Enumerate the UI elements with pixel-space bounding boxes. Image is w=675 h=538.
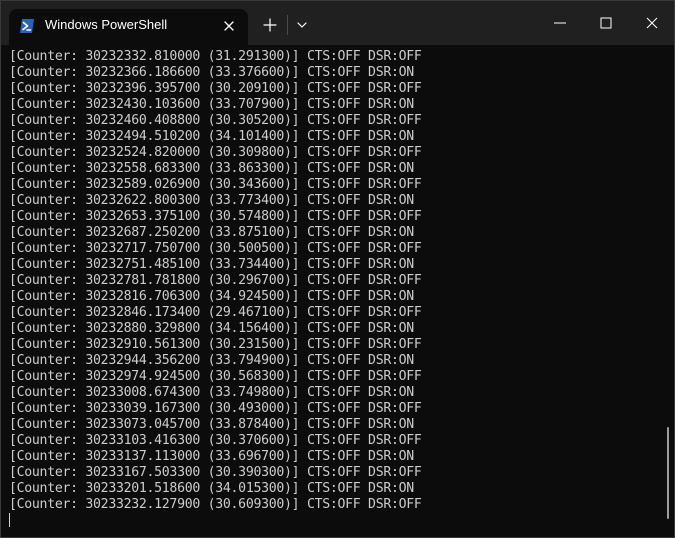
terminal-line: [Counter: 30232589.026900 (30.343600)] C… [9,177,422,192]
tab-title: Windows PowerShell [45,17,168,32]
terminal-line: [Counter: 30232430.103600 (33.707900)] C… [9,97,414,112]
minimize-button[interactable] [537,1,583,41]
terminal-line: [Counter: 30233103.416300 (30.370600)] C… [9,433,422,448]
terminal-line: [Counter: 30233073.045700 (33.878400)] C… [9,417,414,432]
powershell-icon [19,18,35,34]
terminal-line: [Counter: 30233008.674300 (33.749800)] C… [9,385,414,400]
terminal-line: [Counter: 30233137.113000 (33.696700)] C… [9,449,414,464]
terminal-window: Windows PowerShell [Counter: 30232332.81… [0,0,675,538]
terminal-line: [Counter: 30232751.485100 (33.734400)] C… [9,257,414,272]
terminal-line: [Counter: 30232396.395700 (30.209100)] C… [9,81,422,96]
terminal-line: [Counter: 30232781.781800 (30.296700)] C… [9,273,422,288]
maximize-icon [600,17,612,29]
chevron-down-icon[interactable] [291,14,313,36]
tab-separator [287,15,288,35]
minimize-icon [554,22,566,24]
title-bar[interactable]: Windows PowerShell [1,1,674,45]
terminal-line: [Counter: 30232558.683300 (33.863300)] C… [9,161,414,176]
tab-close-icon[interactable] [219,16,239,36]
plus-icon[interactable] [259,14,281,36]
text-cursor [9,513,10,527]
terminal-line: [Counter: 30232494.510200 (34.101400)] C… [9,129,414,144]
tab-windows-powershell[interactable]: Windows PowerShell [9,9,248,45]
close-button[interactable] [629,1,674,41]
terminal-line: [Counter: 30233201.518600 (34.015300)] C… [9,481,414,496]
terminal-line: [Counter: 30232846.173400 (29.467100)] C… [9,305,422,320]
scrollbar-thumb[interactable] [667,427,669,519]
terminal-line: [Counter: 30232622.800300 (33.773400)] C… [9,193,414,208]
terminal-line: [Counter: 30233039.167300 (30.493000)] C… [9,401,422,416]
maximize-button[interactable] [583,1,629,41]
terminal-line: [Counter: 30232653.375100 (30.574800)] C… [9,209,422,224]
close-icon [646,17,658,29]
terminal-line: [Counter: 30232687.250200 (33.875100)] C… [9,225,414,240]
terminal-line: [Counter: 30232460.408800 (30.305200)] C… [9,113,422,128]
terminal-line: [Counter: 30232816.706300 (34.924500)] C… [9,289,414,304]
terminal-line: [Counter: 30232332.810000 (31.291300)] C… [9,49,422,64]
prompt-line [9,513,659,529]
terminal-line: [Counter: 30232944.356200 (33.794900)] C… [9,353,414,368]
terminal-line: [Counter: 30233232.127900 (30.609300)] C… [9,497,422,512]
terminal-line: [Counter: 30233167.503300 (30.390300)] C… [9,465,422,480]
terminal-line: [Counter: 30232366.186600 (33.376600)] C… [9,65,414,80]
terminal-line: [Counter: 30232524.820000 (30.309800)] C… [9,145,422,160]
terminal-line: [Counter: 30232880.329800 (34.156400)] C… [9,321,414,336]
terminal-output[interactable]: [Counter: 30232332.810000 (31.291300)] C… [9,49,659,535]
terminal-line: [Counter: 30232974.924500 (30.568300)] C… [9,369,422,384]
terminal-line: [Counter: 30232910.561300 (30.231500)] C… [9,337,422,352]
terminal-line: [Counter: 30232717.750700 (30.500500)] C… [9,241,422,256]
